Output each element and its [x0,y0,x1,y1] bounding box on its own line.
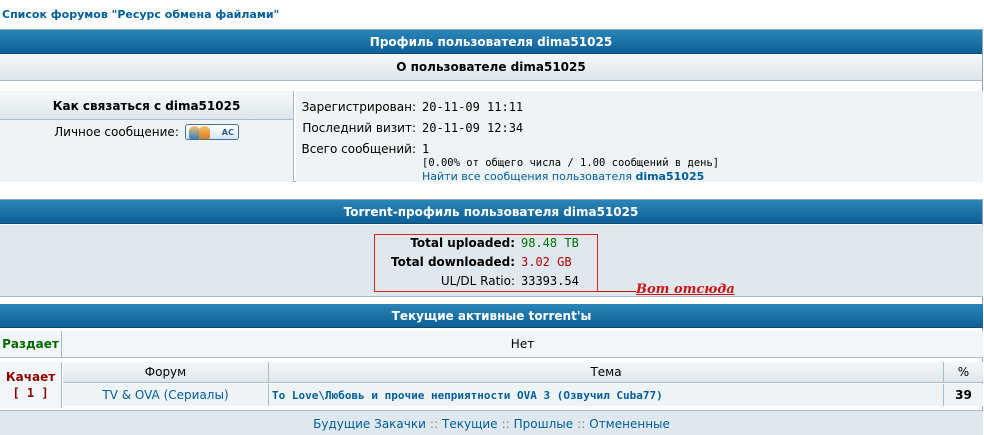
annotation-text: Вот отсюда [636,282,735,297]
ratio-label: UL/DL Ratio: [440,274,515,288]
past-link[interactable]: Прошлые [514,417,574,431]
stats-highlight-box: Total uploaded: 98.48 TB Total downloade… [374,234,598,292]
nav-separator: :: [577,416,586,431]
row-forum-link[interactable]: TV & OVA (Сериалы) [63,384,269,406]
col-forum: Форум [63,362,269,383]
nav-separator: :: [429,416,439,431]
annotation-line [598,291,636,292]
row-topic-link[interactable]: To Love\Любовь и прочие неприятности OVA… [269,384,944,406]
current-link[interactable]: Текущие [442,417,498,431]
user-icon [198,126,210,139]
torrent-profile-header: Torrent-профиль пользователя dima51025 [0,200,982,224]
posts-value: 1 [422,142,430,156]
find-posts-link[interactable]: Найти все сообщения пользователя dima510… [422,170,704,183]
user-info: Зарегистрирован: 20-11-09 11:11 Последни… [296,91,983,183]
find-posts-text: Найти все сообщения пользователя [422,170,636,183]
cancelled-link[interactable]: Отмененные [589,417,670,431]
seeding-label: Раздает [0,331,62,357]
torrent-stats: Total uploaded: 98.48 TB Total downloade… [0,225,983,297]
row-percent: 39 [944,384,983,406]
pm-row: Личное сообщение: AC [0,124,293,140]
torrent-footer-nav: Будущие Закачки :: Текущие :: Прошлые ::… [0,410,983,435]
seeding-row: Раздает Нет [0,331,983,358]
leeching-label: Качает [ 1 ] [0,362,62,408]
downloaded-value: 3.02 GB [521,255,572,269]
breadcrumb[interactable]: Список форумов "Ресурс обмена файлами" [2,8,279,21]
torrent-panel: Torrent-профиль пользователя dima51025 T… [0,199,983,435]
profile-panel: Профиль пользователя dima51025 О пользов… [0,29,983,183]
find-posts-user: dima51025 [635,170,705,183]
pm-button-label: AC [221,127,234,137]
last-visit-label: Последний визит: [302,121,416,135]
posts-stats: [0.00% от общего числа / 1.00 сообщений … [422,157,720,169]
uploaded-value: 98.48 TB [521,236,579,250]
contact-header: Как связаться с dima51025 [0,93,293,120]
seeding-value: Нет [510,337,535,351]
about-user-header: О пользователе dima51025 [0,54,982,81]
pm-label: Личное сообщение: [54,125,179,139]
col-percent: % [944,362,983,383]
uploaded-label: Total uploaded: [410,236,515,250]
downloaded-label: Total downloaded: [391,255,515,269]
active-torrents-header: Текущие активные torrent'ы [0,304,983,328]
leeching-label-text: Качает [5,370,56,384]
leeching-row: Качает [ 1 ] Форум Тема % TV & OVA (Сери… [0,362,983,408]
leeching-table: Форум Тема % TV & OVA (Сериалы) To Love\… [63,362,983,408]
col-topic: Тема [269,362,944,383]
nav-separator: :: [501,416,510,431]
ratio-value: 33393.54 [521,274,579,288]
future-downloads-link[interactable]: Будущие Закачки [313,417,426,431]
registered-label: Зарегистрирован: [301,100,416,114]
contact-section: Как связаться с dima51025 Личное сообщен… [0,91,294,182]
posts-label: Всего сообщений: [301,142,416,156]
leeching-count: [ 1 ] [12,386,49,400]
profile-header: Профиль пользователя dima51025 [0,30,982,54]
last-visit-value: 20-11-09 12:34 [422,121,524,135]
registered-value: 20-11-09 11:11 [422,100,524,114]
private-message-button[interactable]: AC [184,124,239,140]
